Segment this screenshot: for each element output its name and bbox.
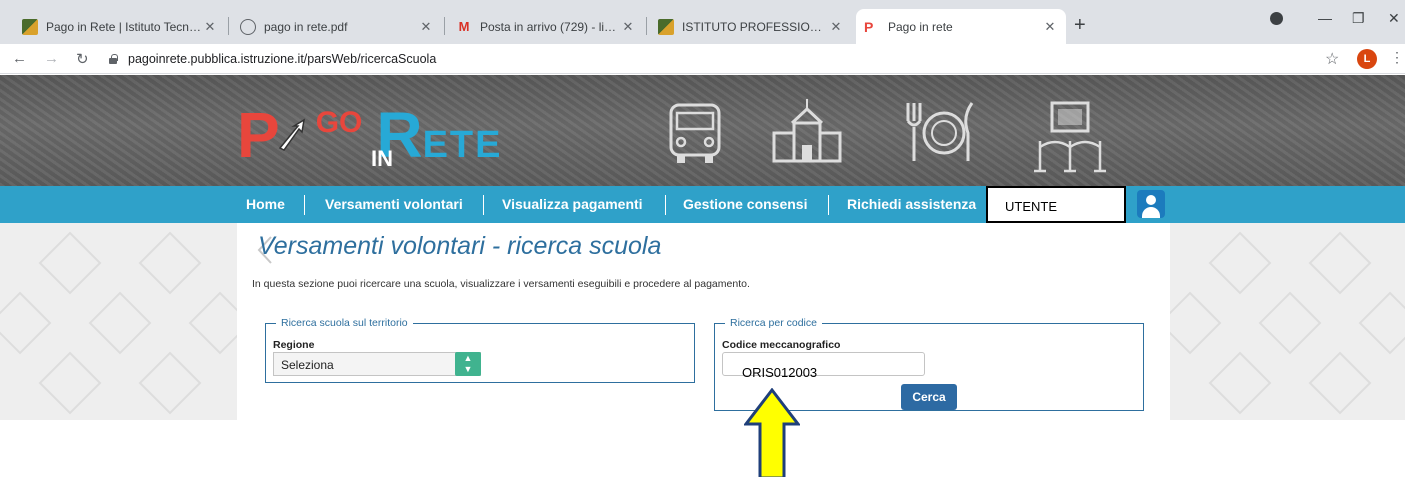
select-arrows-icon: ▲ ▼ <box>455 352 481 376</box>
close-icon[interactable]: ✕ <box>418 19 434 35</box>
url-text: pagoinrete.pubblica.istruzione.it/parsWe… <box>128 52 437 66</box>
new-tab-icon[interactable]: + <box>1074 15 1086 35</box>
close-icon[interactable]: ✕ <box>620 19 636 35</box>
tab-title: ISTITUTO PROFESSIONALE STATA <box>682 19 828 34</box>
globe-icon <box>240 18 256 35</box>
tab-separator <box>444 17 445 35</box>
restore-icon[interactable]: ❐ <box>1352 10 1365 27</box>
user-account-icon[interactable] <box>1137 190 1165 218</box>
lock-icon <box>108 54 118 64</box>
fork-plate-knife-icon <box>906 102 974 161</box>
school-building-icon <box>772 99 842 163</box>
page-description: In questa sezione puoi ricercare una scu… <box>252 278 750 290</box>
cursor-arrow-icon <box>278 118 305 151</box>
tab-separator <box>646 17 647 35</box>
nav-item-richiedi-assistenza[interactable]: Richiedi assistenza <box>847 196 976 212</box>
main-navigation-bar: Home Versamenti volontari Visualizza pag… <box>0 186 1405 223</box>
logo-ete: ETE <box>422 124 503 166</box>
nav-item-visualizza-pagamenti[interactable]: Visualizza pagamenti <box>502 196 643 212</box>
tab-title: Pago in Rete | Istituto Tecnico Eco <box>46 19 202 34</box>
web-page: P GO IN R ETE Home Versamenti volontari … <box>0 75 1405 420</box>
browser-address-bar: ← → ↻ pagoinrete.pubblica.istruzione.it/… <box>0 44 1405 74</box>
user-name-label[interactable]: UTENTE <box>986 186 1126 223</box>
logo-go: GO <box>315 106 363 139</box>
logo-letter: P <box>237 99 280 171</box>
pagoinrete-logo[interactable]: P GO IN R ETE <box>237 99 503 171</box>
profile-avatar[interactable]: L <box>1357 49 1377 69</box>
tab-title: Pago in rete <box>888 19 953 34</box>
close-icon[interactable]: ✕ <box>1042 19 1058 35</box>
tab-title: pago in rete.pdf <box>264 19 348 34</box>
close-window-icon[interactable]: ✕ <box>1388 10 1400 27</box>
close-icon[interactable]: ✕ <box>828 19 844 35</box>
browser-tab[interactable]: pago in rete.pdf ✕ <box>232 9 442 44</box>
nav-divider <box>828 195 829 215</box>
codice-value-annotation: ORIS012003 <box>742 365 818 380</box>
yellow-up-arrow-annotation <box>744 388 800 477</box>
tab-title: Posta in arrivo (729) - lisabolcati <box>480 19 620 34</box>
browser-tab-active[interactable]: P Pago in rete ✕ <box>856 9 1066 44</box>
gmail-icon: M <box>458 18 470 34</box>
regione-select[interactable]: Seleziona ▲ ▼ <box>273 352 481 376</box>
pagoinrete-favicon-icon: P <box>864 18 874 35</box>
codice-legend: Ricerca per codice <box>725 317 822 329</box>
background-pattern <box>1170 231 1405 415</box>
extension-icon[interactable] <box>1270 12 1283 25</box>
nav-divider <box>483 195 484 215</box>
browser-tab[interactable]: M Posta in arrivo (729) - lisabolcati ✕ <box>448 9 644 44</box>
regione-selected-value: Seleziona <box>281 358 334 372</box>
pagoinrete-favicon-icon <box>22 18 38 35</box>
territorio-legend: Ricerca scuola sul territorio <box>276 317 413 329</box>
nav-divider <box>304 195 305 215</box>
page-title: Versamenti volontari - ricerca scuola <box>258 232 662 260</box>
background-pattern <box>0 231 240 415</box>
logo-in: IN <box>371 146 393 171</box>
bookmark-star-icon[interactable]: ☆ <box>1325 49 1339 69</box>
school-bus-icon <box>669 103 721 163</box>
minimize-icon[interactable]: — <box>1318 10 1332 26</box>
pagoinrete-favicon-icon <box>658 18 674 35</box>
main-content-panel: Versamenti volontari - ricerca scuola In… <box>237 223 1170 420</box>
tab-separator <box>228 17 229 35</box>
nav-item-versamenti-volontari[interactable]: Versamenti volontari <box>325 196 463 212</box>
more-menu-icon[interactable]: ⋮ <box>1390 49 1404 66</box>
territorio-search-fieldset: Ricerca scuola sul territorio Regione Se… <box>265 317 695 383</box>
nav-item-home[interactable]: Home <box>246 196 285 212</box>
browser-tab[interactable]: ISTITUTO PROFESSIONALE STATA ✕ <box>650 9 852 44</box>
nav-divider <box>665 195 666 215</box>
reload-icon[interactable]: ↻ <box>76 50 89 68</box>
browser-tab[interactable]: Pago in Rete | Istituto Tecnico Eco ✕ <box>14 9 226 44</box>
back-arrow-icon[interactable]: ← <box>12 50 27 67</box>
url-field[interactable]: pagoinrete.pubblica.istruzione.it/parsWe… <box>108 48 1288 70</box>
regione-label: Regione <box>273 339 315 351</box>
forward-arrow-icon[interactable]: → <box>44 50 59 67</box>
close-icon[interactable]: ✕ <box>202 19 218 35</box>
museum-painting-icon <box>1034 101 1106 173</box>
cerca-button[interactable]: Cerca <box>901 384 957 410</box>
screenshot-frame: Pago in Rete | Istituto Tecnico Eco ✕ pa… <box>0 0 1405 477</box>
nav-item-gestione-consensi[interactable]: Gestione consensi <box>683 196 807 212</box>
codice-meccanografico-label: Codice meccanografico <box>722 339 841 351</box>
browser-tab-bar: Pago in Rete | Istituto Tecnico Eco ✕ pa… <box>0 0 1405 44</box>
